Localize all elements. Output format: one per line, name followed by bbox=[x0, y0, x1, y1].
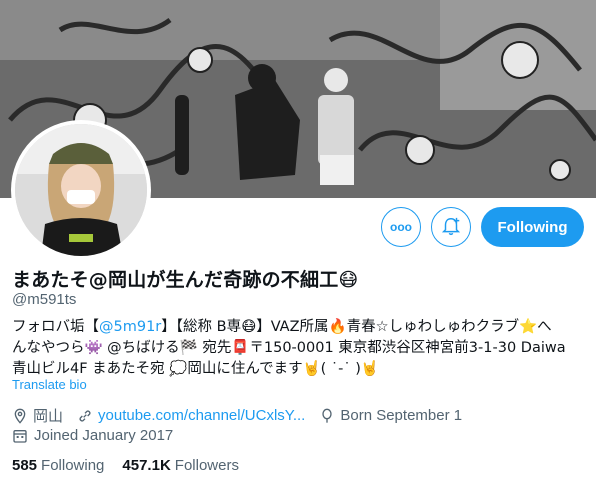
bio-line-1: フォロバ垢【@5m91r】【総称 B専😷】VAZ所属🔥青春☆しゅわしゅわクラブ⭐… bbox=[12, 319, 552, 335]
bio: フォロバ垢【@5m91r】【総称 B専😷】VAZ所属🔥青春☆しゅわしゅわクラブ⭐… bbox=[12, 317, 587, 380]
balloon-icon bbox=[322, 408, 333, 423]
following-count-link[interactable]: 585 Following bbox=[12, 457, 104, 474]
more-options-button[interactable]: ooo bbox=[381, 207, 421, 247]
location-pin-icon bbox=[14, 408, 26, 424]
follow-stats: 585 Following 457.1K Followers bbox=[12, 457, 239, 474]
website-link[interactable]: youtube.com/channel/UCxlsY... bbox=[98, 407, 305, 424]
bio-line-3: 青山ビル4F まあたそ宛 💭岡山に住んでます🤘( ˙-˙ )🤘 bbox=[12, 361, 379, 377]
birthday: Born September 1 bbox=[319, 407, 462, 424]
display-name: まあたそ@岡山が生んだ奇跡の不細工😷 bbox=[12, 269, 359, 291]
profile-actions: ooo Following bbox=[381, 207, 584, 247]
more-icon: ooo bbox=[390, 220, 412, 234]
bio-mention-link[interactable]: @5m91r bbox=[99, 319, 161, 335]
link-icon bbox=[79, 409, 91, 422]
avatar-image bbox=[15, 124, 147, 256]
calendar-icon bbox=[13, 429, 27, 443]
profile-meta: 岡山 youtube.com/channel/UCxlsY... Born Se… bbox=[12, 405, 462, 426]
notifications-button[interactable] bbox=[431, 207, 471, 247]
bell-plus-icon bbox=[441, 217, 461, 236]
location: 岡山 bbox=[12, 405, 63, 426]
avatar[interactable] bbox=[11, 120, 151, 260]
user-handle: @m591ts bbox=[12, 291, 77, 308]
translate-bio-link[interactable]: Translate bio bbox=[12, 377, 87, 392]
bio-line-2: んなやつら👾 @ちばける🏁 宛先📮〒150-0001 東京都渋谷区神宮前3-1-… bbox=[12, 340, 566, 356]
following-button[interactable]: Following bbox=[481, 207, 584, 247]
website: youtube.com/channel/UCxlsY... bbox=[77, 407, 305, 424]
followers-count-link[interactable]: 457.1K Followers bbox=[122, 457, 239, 474]
joined-date: Joined January 2017 bbox=[12, 427, 173, 444]
